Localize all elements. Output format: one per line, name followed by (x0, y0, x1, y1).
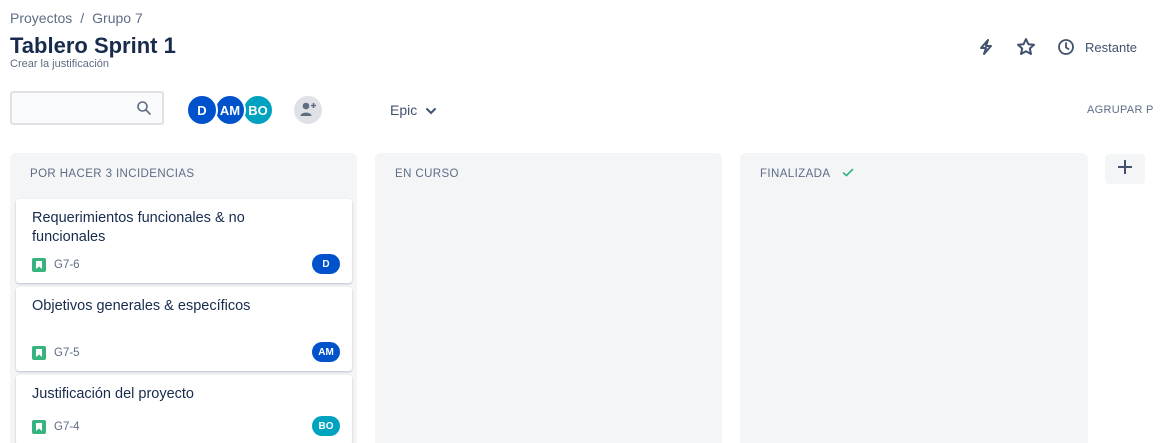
clock-icon (1055, 36, 1077, 58)
page-title: Tablero Sprint 1 (10, 33, 176, 58)
story-icon (32, 346, 46, 360)
column-in-progress: EN CURSO (375, 153, 722, 443)
sprint-goal: Crear la justificación (10, 58, 110, 70)
issue-card[interactable]: Requerimientos funcionales & no funciona… (16, 199, 352, 283)
issue-key[interactable]: G7-6 (54, 259, 80, 271)
column-header: FINALIZADA (760, 168, 854, 180)
star-icon[interactable] (1015, 36, 1037, 58)
epic-filter-dropdown[interactable]: Epic (390, 102, 437, 118)
search-icon (136, 100, 152, 121)
breadcrumb-projects-link[interactable]: Proyectos (10, 10, 72, 26)
column-todo: POR HACER 3 INCIDENCIAS Requerimientos f… (10, 153, 357, 443)
time-remaining-label: Restante (1085, 39, 1138, 55)
issue-footer: G7-4 (32, 420, 80, 434)
issue-summary: Objetivos generales & específicos (32, 298, 251, 314)
breadcrumb-separator: / (80, 10, 85, 26)
epic-filter-label: Epic (390, 102, 418, 118)
add-person-icon (299, 101, 317, 120)
avatar[interactable]: AM (214, 94, 246, 126)
issue-card[interactable]: Justificación del proyecto G7-4 BO (16, 375, 352, 443)
story-icon (32, 258, 46, 272)
lightning-icon[interactable] (975, 36, 997, 58)
avatar[interactable]: D (186, 94, 218, 126)
assignee-avatar[interactable]: D (312, 254, 340, 274)
add-column-button[interactable] (1105, 154, 1145, 184)
column-title: POR HACER 3 INCIDENCIAS (30, 168, 195, 180)
story-icon (32, 420, 46, 434)
breadcrumb: Proyectos / Grupo 7 (10, 10, 143, 26)
group-by-dropdown[interactable]: AGRUPAR P (1087, 104, 1154, 116)
chevron-down-icon (425, 102, 437, 118)
assignee-avatar[interactable]: BO (312, 416, 340, 436)
time-remaining[interactable]: Restante (1055, 36, 1137, 58)
avatar[interactable]: BO (242, 94, 274, 126)
header-actions: Restante (975, 36, 1137, 58)
issue-summary: Requerimientos funcionales & no funciona… (32, 210, 245, 245)
issue-summary: Justificación del proyecto (32, 386, 194, 402)
column-done: FINALIZADA (740, 153, 1088, 443)
issue-card[interactable]: Objetivos generales & específicos G7-5 A… (16, 287, 352, 371)
column-title: FINALIZADA (760, 168, 831, 180)
issue-footer: G7-6 (32, 258, 80, 272)
column-header: EN CURSO (395, 168, 459, 180)
assignee-avatar[interactable]: AM (312, 342, 340, 362)
search-input[interactable] (10, 91, 164, 125)
issue-key[interactable]: G7-4 (54, 421, 80, 433)
assignee-filter: D AM BO (186, 94, 324, 126)
plus-icon (1116, 158, 1134, 181)
column-title: EN CURSO (395, 168, 459, 180)
breadcrumb-group-link[interactable]: Grupo 7 (92, 10, 143, 26)
issue-footer: G7-5 (32, 346, 80, 360)
column-header: POR HACER 3 INCIDENCIAS (30, 168, 194, 180)
add-people-button[interactable] (292, 94, 324, 126)
check-icon (842, 168, 854, 180)
issue-key[interactable]: G7-5 (54, 347, 80, 359)
